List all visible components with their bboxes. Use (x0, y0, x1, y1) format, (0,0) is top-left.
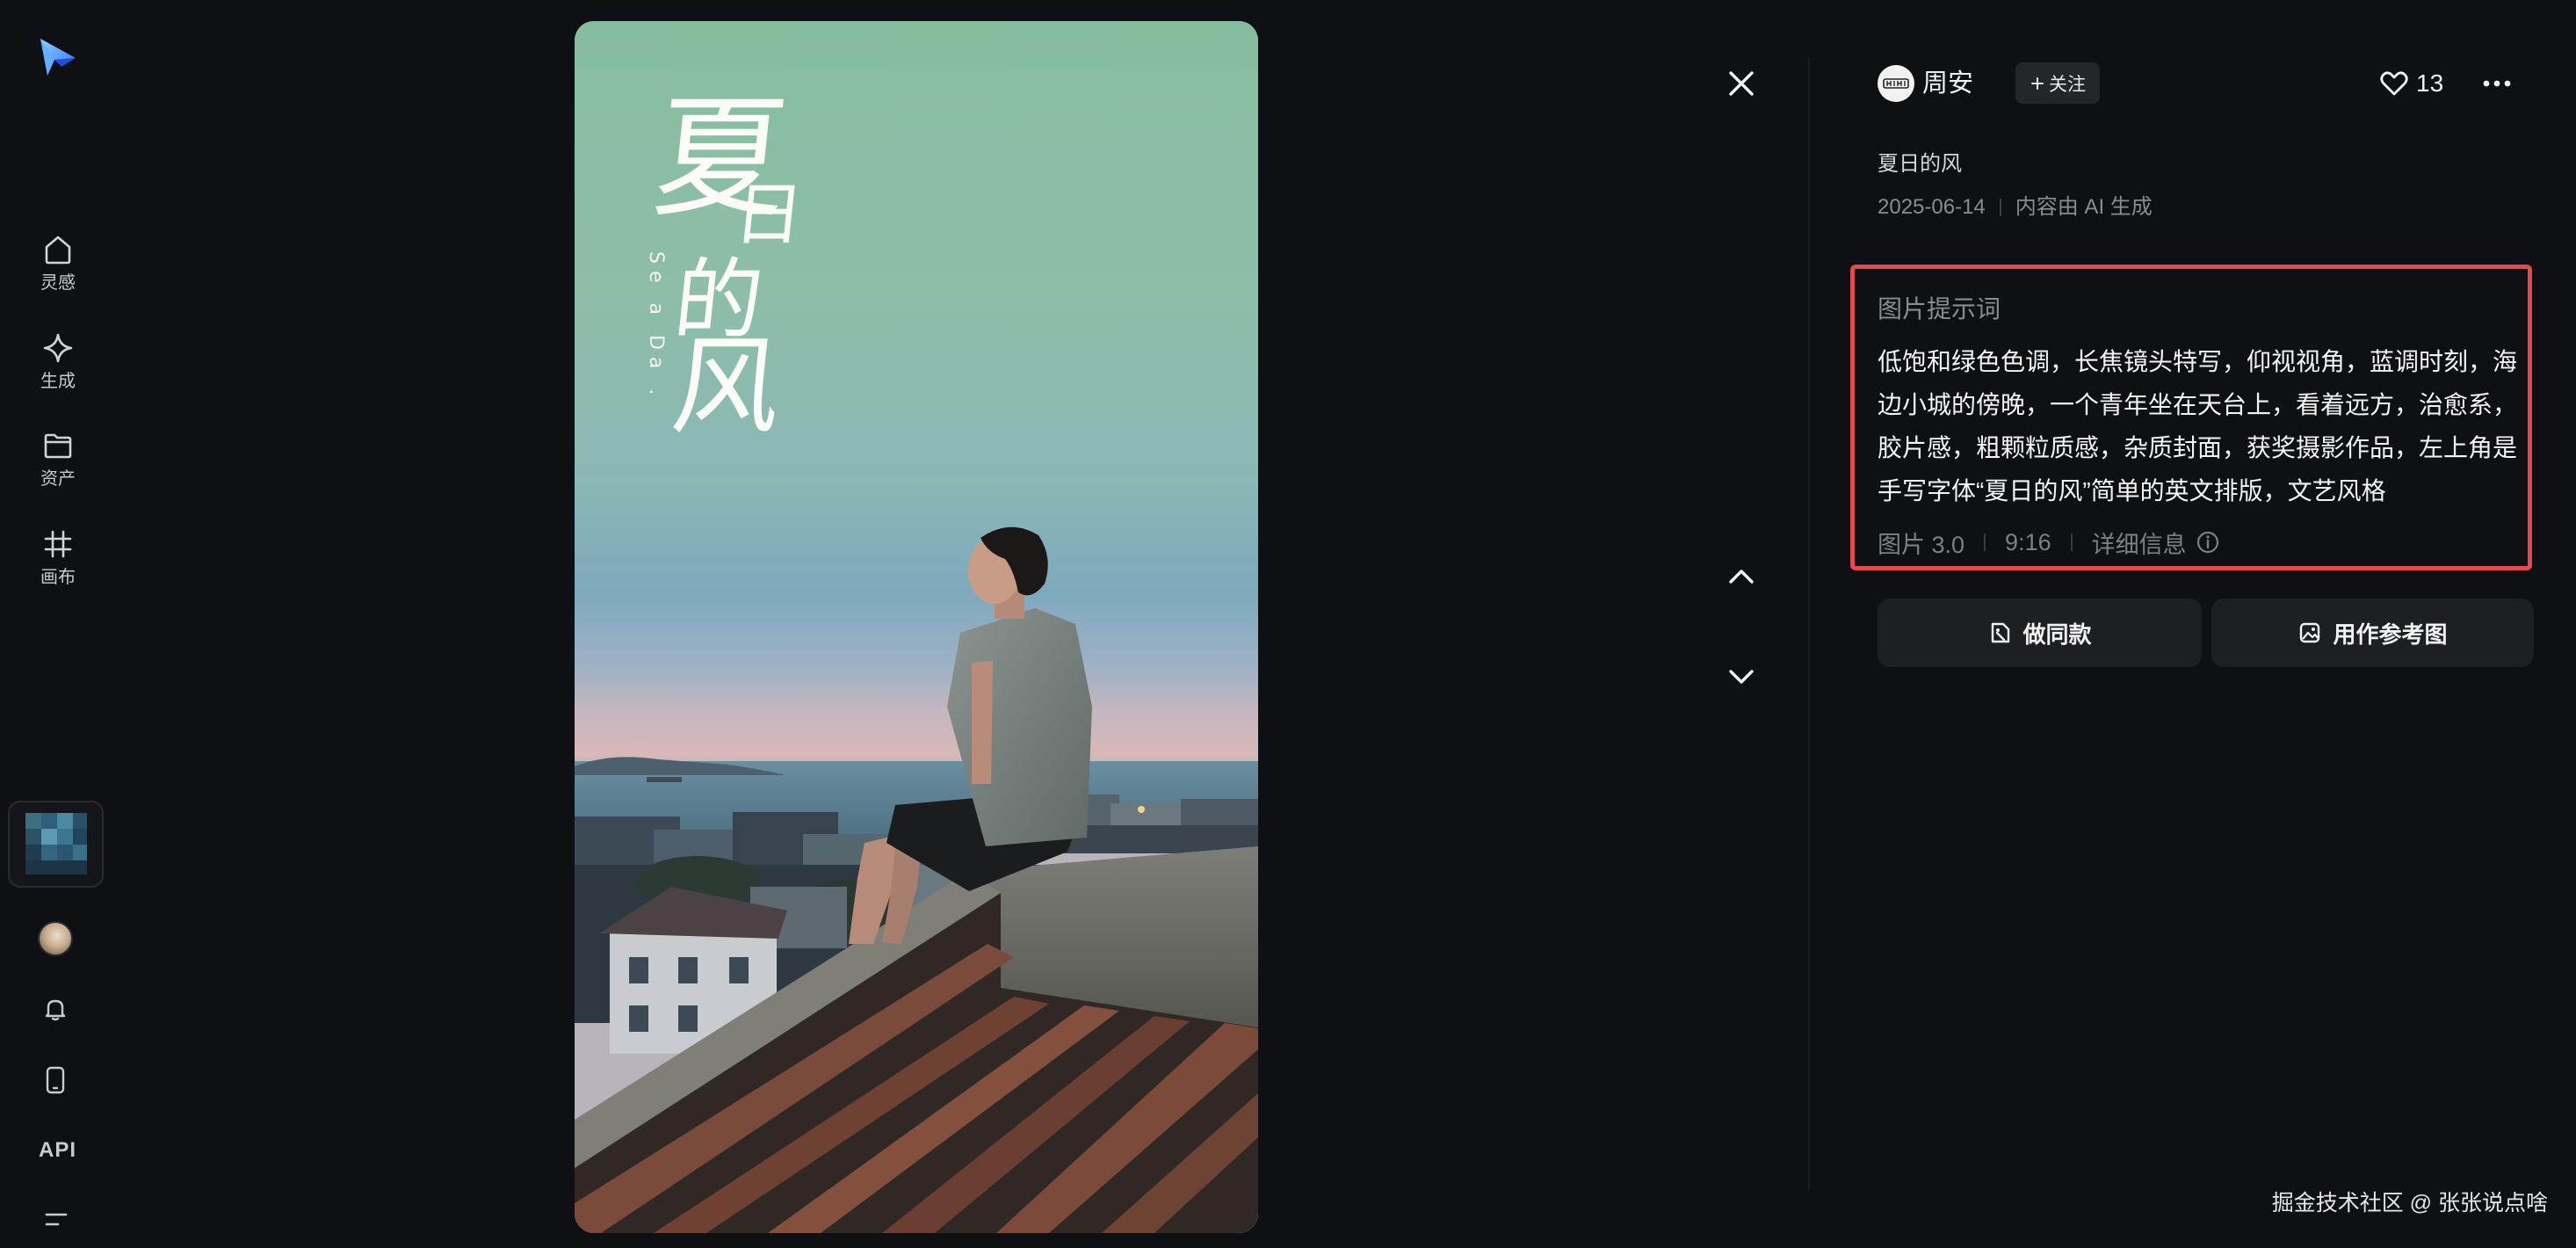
author-avatar[interactable] (1878, 65, 1914, 102)
previous-button[interactable] (1726, 562, 1757, 591)
more-options-button[interactable] (2479, 75, 2514, 92)
home-icon (45, 236, 71, 265)
post-meta: 2025-06-14 内容由 AI 生成 (1878, 195, 2153, 220)
remix-icon (1992, 622, 2010, 643)
ai-generated-note: 内容由 AI 生成 (2015, 195, 2153, 219)
sparkle-icon (43, 333, 73, 363)
heart-icon (2380, 71, 2408, 96)
sidebar-item-assets[interactable]: 资产 (12, 428, 104, 505)
generated-image[interactable]: 夏 日 的 风 Se a Da . (575, 21, 1258, 1233)
prompt-meta: 图片 3.0 9:16 详细信息 (1878, 526, 2220, 560)
chevron-down-icon (1729, 670, 1754, 684)
meta-separator (1999, 199, 2001, 216)
user-avatar[interactable] (38, 921, 73, 956)
close-button[interactable] (1726, 68, 1757, 99)
sidebar-item-inspiration[interactable]: 灵感 (12, 232, 104, 309)
sidebar-item-label: 灵感 (40, 273, 76, 293)
sidebar-item-canvas[interactable]: 画布 (12, 526, 104, 604)
like-button[interactable]: 13 (2379, 68, 2443, 99)
panel-divider (1808, 57, 1810, 1191)
hash-grid-icon (44, 530, 72, 558)
menu-button[interactable] (44, 1210, 69, 1230)
small-islet (647, 777, 682, 782)
image-icon (2300, 622, 2320, 643)
sidebar-item-label: 生成 (40, 372, 76, 391)
more-dots-icon (2483, 80, 2511, 87)
meta-separator (2070, 533, 2073, 551)
info-icon[interactable] (2196, 530, 2220, 555)
thumbnail-image (25, 813, 87, 874)
sidebar: 灵感 生成 资产 画布 API (0, 0, 115, 1248)
poster-title-char: 日 (730, 176, 807, 255)
use-as-reference-label: 用作参考图 (2333, 620, 2448, 648)
prompt-text: 低饱和绿色色调，长焦镜头特写，仰视视角，蓝调时刻，海边小城的傍晚，一个青年坐在天… (1878, 348, 2518, 504)
model-version: 图片 3.0 (1878, 531, 1965, 558)
prompt-heading: 图片提示词 (1878, 295, 2001, 323)
paper-plane-logo-icon (40, 39, 76, 76)
plus-icon (2031, 76, 2044, 90)
mobile-app-button[interactable] (43, 1065, 68, 1095)
poster-title-char: 风 (666, 324, 787, 449)
follow-button[interactable]: 关注 (2015, 62, 2100, 104)
make-same-button[interactable]: 做同款 (1878, 599, 2202, 667)
like-count: 13 (2416, 69, 2444, 97)
follow-label: 关注 (2049, 74, 2086, 95)
poster-side-text: Se a Da . (645, 251, 667, 403)
post-title: 夏日的风 (1878, 152, 1962, 176)
menu-icon (45, 1213, 68, 1226)
author-logo-mark (1883, 78, 1909, 89)
notifications-button[interactable] (41, 995, 69, 1023)
meta-separator (1984, 533, 1986, 551)
watermark: 掘金技术社区 @ 张张说点啥 (2271, 1191, 2548, 1215)
recent-thumbnail[interactable] (8, 801, 104, 888)
aspect-ratio: 9:16 (2005, 528, 2051, 555)
sidebar-item-label: 画布 (40, 568, 76, 587)
bell-icon (45, 999, 66, 1021)
next-button[interactable] (1726, 663, 1757, 691)
folder-icon (44, 433, 72, 459)
post-date: 2025-06-14 (1878, 195, 1986, 219)
sidebar-item-generate[interactable]: 生成 (12, 330, 104, 408)
api-link[interactable]: API (0, 1138, 115, 1163)
use-as-reference-button[interactable]: 用作参考图 (2211, 599, 2534, 667)
author-name[interactable]: 周安 (1922, 69, 1973, 98)
make-same-label: 做同款 (2022, 620, 2092, 648)
close-icon (1729, 71, 1754, 96)
app-logo[interactable] (35, 35, 79, 79)
phone-icon (46, 1066, 65, 1094)
sidebar-item-label: 资产 (40, 469, 76, 489)
chevron-up-icon (1729, 570, 1754, 584)
details-link[interactable]: 详细信息 (2092, 526, 2187, 560)
